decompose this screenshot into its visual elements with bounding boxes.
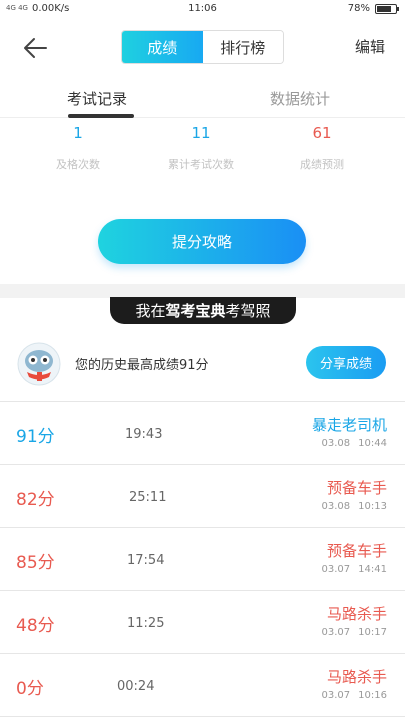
banner-prefix: 我在	[135, 302, 166, 320]
mascot-avatar	[17, 342, 61, 386]
section-divider	[0, 284, 405, 298]
back-button[interactable]	[20, 32, 52, 64]
stat-label: 及格次数	[56, 158, 100, 171]
record-title: 马路杀手	[326, 668, 387, 686]
arrow-left-icon	[24, 38, 47, 58]
record-time: 10:16	[358, 690, 387, 701]
edit-button[interactable]: 编辑	[355, 36, 385, 57]
record-duration: 17:54	[127, 553, 165, 568]
record-title: 预备车手	[326, 479, 387, 497]
battery-fill	[377, 5, 392, 12]
record-score: 82分	[16, 490, 55, 510]
banner-suffix: 考驾照	[225, 302, 271, 320]
record-duration: 00:24	[117, 679, 155, 694]
clock: 11:06	[188, 3, 217, 14]
best-score-card: 您的历史最高成绩91分 分享成绩	[0, 334, 405, 402]
record-row[interactable]: 48分 11:25 马路杀手 03.07 10:17	[0, 591, 405, 654]
battery-icon	[375, 3, 399, 14]
stat-value: 1	[73, 124, 83, 142]
stat-pass-count: 1 及格次数	[18, 124, 138, 172]
record-datetime: 03.08 10:44	[322, 438, 387, 449]
record-title: 暴走老司机	[311, 416, 387, 434]
segmented-control: 成绩 排行榜	[121, 30, 284, 64]
status-right: 78%	[347, 3, 399, 14]
tab-exam-records[interactable]: 考试记录	[67, 88, 127, 109]
sub-tabs: 考试记录 数据统计	[0, 76, 405, 118]
record-datetime: 03.08 10:13	[322, 501, 387, 512]
record-score: 91分	[16, 427, 55, 447]
record-date: 03.07	[321, 627, 351, 638]
record-score: 48分	[16, 616, 55, 636]
brand-banner: 我在 驾考宝典 考驾照	[110, 297, 296, 324]
record-time: 10:13	[358, 501, 387, 512]
stat-score-prediction: 61 成绩预测	[262, 124, 382, 172]
record-date: 03.07	[321, 690, 351, 701]
best-score-text: 您的历史最高成绩91分	[75, 358, 209, 373]
mascot-icon	[17, 342, 61, 386]
record-time: 10:17	[358, 627, 387, 638]
exam-records-list: 91分 19:43 暴走老司机 03.08 10:44 82分 25:11 预备车…	[0, 402, 405, 717]
record-duration: 25:11	[129, 490, 167, 505]
record-duration: 19:43	[125, 427, 163, 442]
record-title: 预备车手	[326, 542, 387, 560]
stat-label: 成绩预测	[300, 158, 344, 171]
share-score-button[interactable]: 分享成绩	[306, 346, 386, 379]
record-score: 0分	[16, 679, 44, 699]
record-date: 03.07	[321, 564, 351, 575]
improve-score-button[interactable]: 提分攻略	[98, 219, 306, 264]
segment-score[interactable]: 成绩	[122, 31, 203, 63]
banner-brand: 驾考宝典	[165, 302, 226, 320]
record-datetime: 03.07 10:17	[322, 627, 387, 638]
stat-total-exams: 11 累计考试次数	[141, 124, 261, 172]
record-time: 10:44	[358, 438, 387, 449]
active-tab-indicator	[68, 114, 134, 118]
record-row[interactable]: 91分 19:43 暴走老司机 03.08 10:44	[0, 402, 405, 465]
record-time: 14:41	[358, 564, 387, 575]
record-datetime: 03.07 10:16	[322, 690, 387, 701]
record-row[interactable]: 0分 00:24 马路杀手 03.07 10:16	[0, 654, 405, 717]
record-date: 03.08	[321, 501, 351, 512]
record-row[interactable]: 85分 17:54 预备车手 03.07 14:41	[0, 528, 405, 591]
record-score: 85分	[16, 553, 55, 573]
record-title: 马路杀手	[326, 605, 387, 623]
status-bar: 4G 4G 0.00K/s 11:06 78%	[0, 0, 405, 20]
record-datetime: 03.07 14:41	[322, 564, 387, 575]
app-header: 成绩 排行榜 编辑	[0, 20, 405, 76]
stat-value: 61	[312, 124, 332, 142]
battery-percent: 78%	[347, 3, 370, 14]
record-date: 03.08	[321, 438, 351, 449]
record-duration: 11:25	[127, 616, 165, 631]
stat-label: 累计考试次数	[168, 158, 234, 171]
segment-ranking[interactable]: 排行榜	[202, 31, 283, 63]
tab-data-stats[interactable]: 数据统计	[270, 88, 330, 109]
stats-summary: 1 及格次数 11 累计考试次数 61 成绩预测	[0, 124, 405, 184]
record-row[interactable]: 82分 25:11 预备车手 03.08 10:13	[0, 465, 405, 528]
stat-value: 11	[191, 124, 211, 142]
